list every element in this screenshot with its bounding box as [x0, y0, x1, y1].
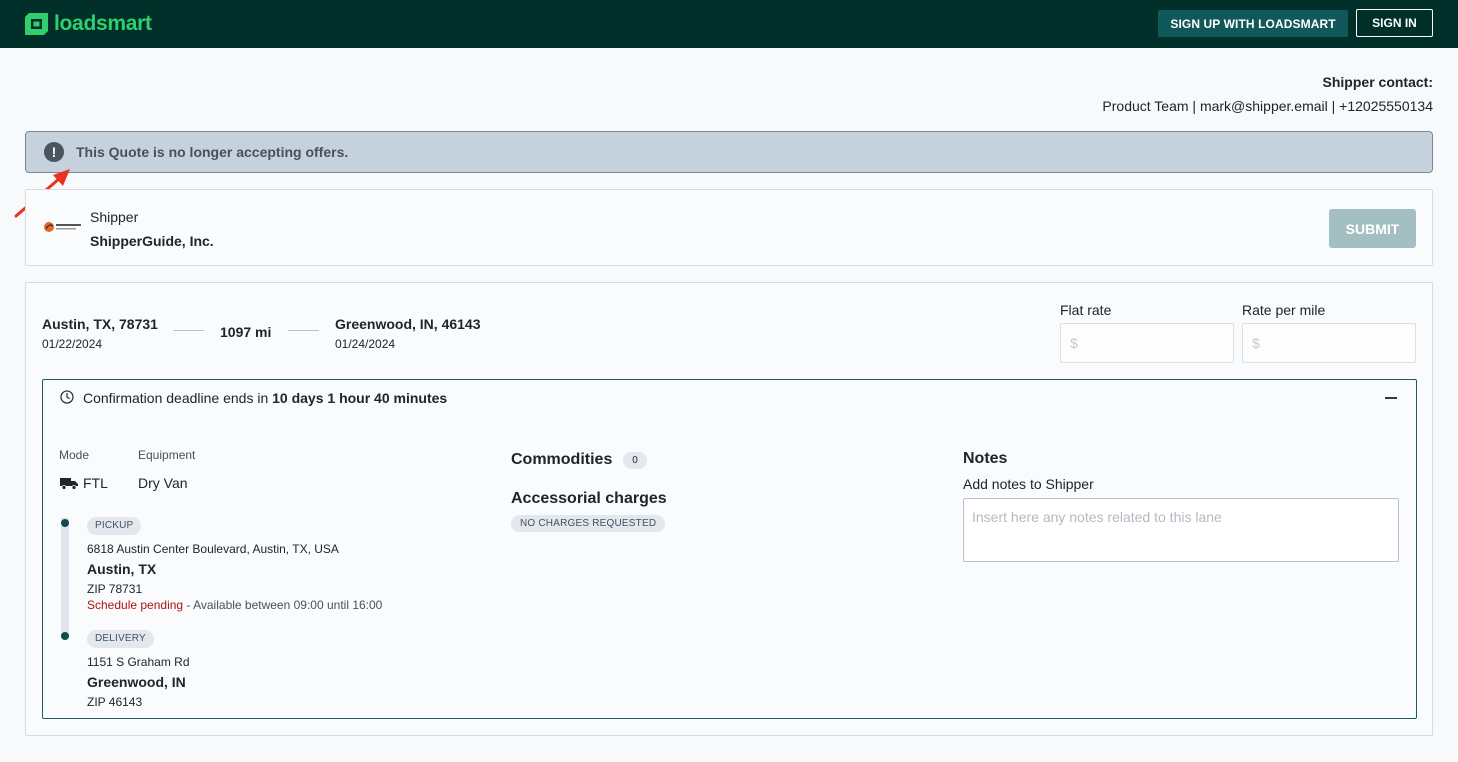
commodities-title: Commodities — [511, 451, 613, 468]
shipper-name: ShipperGuide, Inc. — [90, 233, 214, 249]
route-line — [288, 330, 319, 331]
delivery-zip: ZIP 46143 — [87, 695, 143, 709]
brand-name: loadsmart — [54, 12, 152, 35]
deadline-text: Confirmation deadline ends in 10 days 1 … — [83, 390, 447, 406]
alert-message: This Quote is no longer accepting offers… — [76, 144, 349, 160]
rate-per-mile-input[interactable] — [1242, 323, 1416, 363]
delivery-city: Greenwood, IN — [87, 674, 186, 690]
deadline-remaining: 10 days 1 hour 40 minutes — [272, 390, 448, 406]
equipment-value: Dry Van — [138, 475, 188, 491]
truck-icon — [60, 478, 78, 490]
shipper-label: Shipper — [90, 209, 139, 225]
shipper-card: Shipper ShipperGuide, Inc. SUBMIT — [25, 189, 1433, 266]
accessorial-charges-title: Accessorial charges — [511, 490, 667, 507]
quote-closed-alert: ! This Quote is no longer accepting offe… — [25, 131, 1433, 173]
pickup-city: Austin, TX — [87, 561, 157, 577]
rate-per-mile-label: Rate per mile — [1242, 302, 1326, 318]
route-line — [173, 330, 204, 331]
loadsmart-logo-icon — [25, 13, 48, 35]
notes-textarea[interactable] — [963, 498, 1399, 562]
mode-value: FTL — [83, 475, 108, 491]
shipper-contact-title: Shipper contact: — [1322, 74, 1433, 90]
mode-label: Mode — [59, 448, 90, 462]
pickup-badge: PICKUP — [87, 517, 142, 535]
commodities-count-badge: 0 — [623, 452, 647, 469]
no-charges-badge: NO CHARGES REQUESTED — [511, 515, 666, 532]
delivery-address: 1151 S Graham Rd — [87, 655, 190, 669]
deadline-prefix: Confirmation deadline ends in — [83, 390, 273, 406]
collapse-icon[interactable] — [1385, 397, 1397, 399]
shipper-contact-info: Product Team | mark@shipper.email | +120… — [1102, 98, 1433, 114]
loadsmart-logo[interactable]: loadsmart — [25, 13, 152, 35]
pickup-zip: ZIP 78731 — [87, 582, 143, 596]
delivery-dot — [61, 632, 69, 640]
stops-timeline — [61, 518, 69, 639]
notes-label: Add notes to Shipper — [963, 476, 1094, 492]
pickup-dot — [61, 519, 69, 527]
destination-city: Greenwood, IN, 46143 — [335, 316, 481, 332]
top-navigation-bar: loadsmart SIGN UP WITH LOADSMART SIGN IN — [0, 0, 1458, 48]
sign-in-button[interactable]: SIGN IN — [1356, 9, 1433, 37]
notes-title: Notes — [963, 450, 1008, 467]
sign-up-button[interactable]: SIGN UP WITH LOADSMART — [1158, 10, 1348, 37]
deadline-panel: Confirmation deadline ends in 10 days 1 … — [42, 379, 1417, 719]
lane-distance: 1097 mi — [220, 324, 272, 340]
exclamation-circle-icon: ! — [44, 142, 64, 162]
origin-city: Austin, TX, 78731 — [42, 316, 158, 332]
clock-icon — [60, 390, 74, 404]
equipment-label: Equipment — [138, 448, 196, 462]
pickup-schedule: Schedule pending - Available between 09:… — [87, 598, 382, 612]
pickup-address: 6818 Austin Center Boulevard, Austin, TX… — [87, 542, 339, 556]
origin-date: 01/22/2024 — [42, 337, 103, 351]
destination-date: 01/24/2024 — [335, 337, 396, 351]
flat-rate-label: Flat rate — [1060, 302, 1112, 318]
schedule-status: Schedule pending — [87, 598, 184, 612]
schedule-window: - Available between 09:00 until 16:00 — [183, 598, 383, 612]
flat-rate-input[interactable] — [1060, 323, 1234, 363]
shipper-company-logo — [44, 222, 81, 232]
lane-card: Austin, TX, 78731 01/22/2024 1097 mi Gre… — [25, 282, 1433, 736]
delivery-badge: DELIVERY — [87, 630, 154, 648]
submit-button[interactable]: SUBMIT — [1329, 209, 1416, 248]
